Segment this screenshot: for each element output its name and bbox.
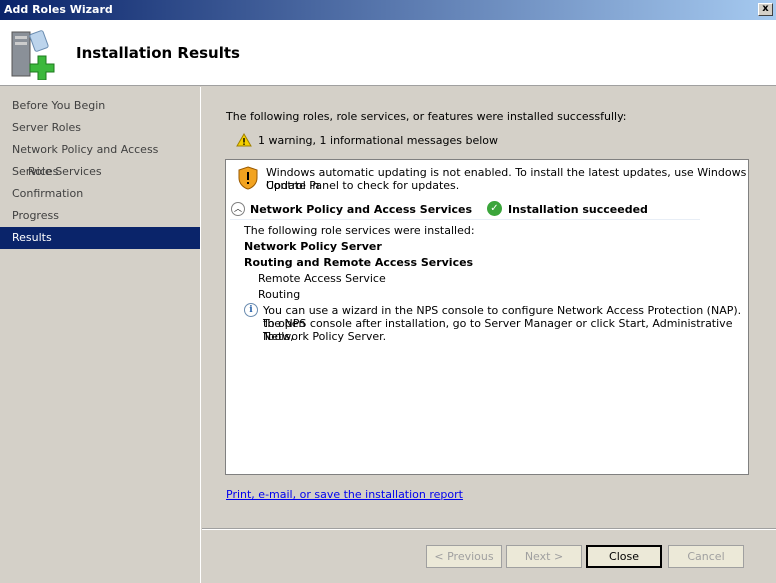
installation-report-link[interactable]: Print, e-mail, or save the installation …: [226, 488, 463, 501]
service-item: Routing and Remote Access Services: [244, 256, 474, 269]
server-add-icon: [11, 30, 55, 80]
warning-summary-text: 1 warning, 1 informational messages belo…: [258, 133, 499, 147]
shield-warning-icon: [238, 166, 258, 190]
warning-icon: [236, 133, 252, 147]
success-check-icon: ✓: [487, 201, 502, 216]
intro-text: The following roles, role services, or f…: [226, 110, 627, 123]
window-title: Add Roles Wizard: [4, 3, 113, 16]
step-progress: Progress: [12, 209, 59, 222]
close-window-button[interactable]: x: [758, 3, 773, 16]
results-box: Windows automatic updating is not enable…: [225, 159, 749, 475]
installed-intro: The following role services were install…: [244, 224, 475, 237]
service-item: Network Policy Server: [244, 240, 382, 253]
update-warning-line2: Control Panel to check for updates.: [266, 179, 460, 192]
role-status: Installation succeeded: [508, 203, 648, 216]
next-button[interactable]: Next >: [506, 545, 582, 568]
step-confirmation: Confirmation: [12, 187, 84, 200]
step-role-services: Role Services: [28, 165, 102, 178]
info-line3: Network Policy Server.: [263, 330, 387, 343]
step-npas: Network Policy and Access Services: [12, 143, 159, 178]
warning-summary: 1 warning, 1 informational messages belo…: [236, 133, 498, 147]
page-title: Installation Results: [76, 44, 240, 62]
step-before-you-begin: Before You Begin: [12, 99, 106, 112]
previous-button[interactable]: < Previous: [426, 545, 502, 568]
role-name: Network Policy and Access Services: [250, 203, 473, 216]
divider: [202, 528, 776, 530]
header: Installation Results: [0, 20, 776, 86]
main-panel: The following roles, role services, or f…: [202, 87, 776, 583]
close-button[interactable]: Close: [586, 545, 662, 568]
step-server-roles: Server Roles: [12, 121, 82, 134]
cancel-button[interactable]: Cancel: [668, 545, 744, 568]
collapse-chevron-icon[interactable]: ︿: [231, 202, 245, 216]
step-results: Results: [0, 227, 200, 249]
service-item: Routing: [258, 288, 301, 301]
service-item: Remote Access Service: [258, 272, 386, 285]
info-icon: i: [244, 303, 258, 317]
title-bar: Add Roles Wizard x: [0, 0, 776, 20]
wizard-steps: Before You Begin Server Roles Network Po…: [0, 87, 201, 583]
